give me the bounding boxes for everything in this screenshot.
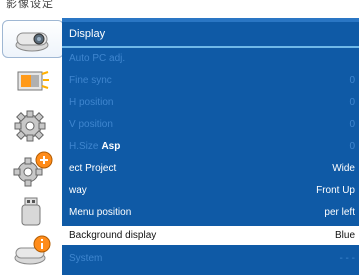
menu-row-label-main: H.Size [69, 141, 99, 152]
menu-row-label: Auto PC adj. [69, 53, 126, 64]
menu-row-value: Front Up [316, 185, 355, 196]
menu-row-background-display[interactable]: Background display Blue [62, 226, 359, 245]
menu-row-label: ect Project [69, 163, 117, 174]
category-sidebar [0, 12, 64, 280]
gear-icon [14, 110, 46, 142]
menu-row-aspect[interactable]: ect Project Wide [62, 159, 359, 178]
menu-row-system[interactable]: System - - - [62, 249, 359, 268]
menu-row-label: Fine sync [69, 75, 112, 86]
menu-row-auto-pc-adj[interactable]: Auto PC adj. [62, 49, 359, 68]
display-adjust-icon [17, 71, 49, 91]
menu-row-label-overlay: Asp [101, 141, 121, 152]
menu-row-h-position[interactable]: H position 0 [62, 93, 359, 112]
sidebar-tab-picture[interactable] [2, 20, 64, 58]
menu-row-v-position[interactable]: V position 0 [62, 115, 359, 134]
menu-row-label: Background display [69, 230, 157, 241]
menu-row-label: way [69, 185, 87, 196]
menu-row-fine-sync[interactable]: Fine sync 0 [62, 71, 359, 90]
sidebar-tab-info[interactable] [2, 230, 60, 268]
menu-row-value: - - - [339, 253, 355, 264]
sidebar-tab-usb[interactable] [2, 190, 60, 228]
menu-row-value: Wide [332, 163, 355, 174]
sidebar-tab-setup[interactable] [2, 104, 60, 142]
title-divider [62, 46, 359, 48]
menu-row-h-size[interactable]: H.Size Asp 0 [62, 137, 359, 156]
menu-row-value: Blue [334, 230, 355, 241]
menu-row-label: H.Size Asp [69, 137, 120, 156]
projector-icon [15, 32, 49, 52]
usb-icon [21, 197, 41, 226]
header-text: 影像设定 [6, 0, 54, 10]
menu-row-value: per left [324, 207, 355, 218]
info-icon [14, 235, 51, 265]
menu-row-label: V position [69, 119, 113, 130]
menu-row-projection-way[interactable]: way Front Up [62, 181, 359, 200]
menu-row-value: 0 [349, 75, 355, 86]
menu-row-value: 0 [349, 119, 355, 130]
menu-row-label: System [69, 253, 103, 264]
gear-plus-icon [13, 151, 53, 187]
sidebar-tab-advanced[interactable] [2, 148, 60, 187]
menu-row-menu-position[interactable]: Menu position per left [62, 203, 359, 222]
menu-row-value: 0 [349, 97, 355, 108]
menu-row-label: Menu position [69, 207, 132, 218]
display-menu-panel: Display Auto PC adj. Fine sync 0 H posit… [62, 18, 359, 275]
top-title-fragment: 影像设定 [0, 0, 364, 12]
sidebar-tab-display[interactable] [2, 62, 60, 100]
menu-title: Display [69, 28, 106, 40]
menu-row-label: H position [69, 97, 114, 108]
menu-row-value: 0 [349, 141, 355, 152]
